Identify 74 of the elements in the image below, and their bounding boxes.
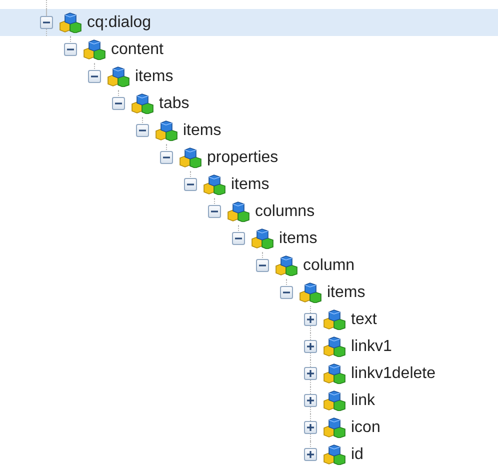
tree-row[interactable]: content	[0, 36, 498, 63]
tree-row[interactable]: properties	[0, 144, 498, 171]
blocks-icon	[323, 363, 346, 384]
expand-button[interactable]	[304, 367, 317, 380]
node-label: properties	[207, 148, 278, 166]
node-label: items	[183, 122, 222, 140]
expand-button[interactable]	[304, 421, 317, 434]
blocks-icon	[251, 228, 274, 249]
node-label: linkv1delete	[351, 364, 436, 382]
node-label: columns	[255, 202, 315, 220]
node-label: link	[351, 392, 376, 410]
collapse-button[interactable]	[88, 70, 101, 83]
collapse-button[interactable]	[40, 16, 53, 29]
blocks-icon	[179, 147, 202, 168]
tree-row[interactable]: link	[0, 387, 498, 414]
plus-icon	[306, 369, 315, 378]
tree-row[interactable]: icon	[0, 414, 498, 441]
blocks-icon	[323, 309, 346, 330]
blocks-icon	[323, 417, 346, 438]
tree-row[interactable]: tabs	[0, 90, 498, 117]
blocks-icon	[155, 120, 178, 141]
selected-tree-row[interactable]: cq:dialog	[0, 9, 498, 36]
blocks-icon	[203, 174, 226, 195]
node-label: id	[351, 446, 364, 464]
node-label: icon	[351, 418, 380, 436]
collapse-button[interactable]	[112, 97, 125, 110]
blocks-icon	[323, 390, 346, 411]
blocks-icon	[107, 66, 130, 87]
node-label: items	[327, 284, 366, 302]
tree-row[interactable]: text	[0, 306, 498, 333]
blocks-icon	[227, 201, 250, 222]
tree-row[interactable]: items	[0, 63, 498, 90]
blocks-icon	[323, 336, 346, 357]
node-label: content	[111, 40, 164, 58]
plus-icon	[306, 396, 315, 405]
collapse-button[interactable]	[232, 232, 245, 245]
tree-row[interactable]: id	[0, 441, 498, 467]
tree-row[interactable]: columns	[0, 198, 498, 225]
tree-row[interactable]: items	[0, 279, 498, 306]
tree-row[interactable]: column	[0, 252, 498, 279]
blocks-icon	[323, 444, 346, 465]
expand-button[interactable]	[304, 340, 317, 353]
plus-icon	[306, 342, 315, 351]
node-label: cq:dialog	[87, 14, 152, 32]
node-label: items	[135, 68, 174, 86]
expand-button[interactable]	[304, 448, 317, 461]
collapse-button[interactable]	[136, 124, 149, 137]
tree-row[interactable]: linkv1delete	[0, 360, 498, 387]
collapse-button[interactable]	[184, 178, 197, 191]
blocks-icon	[299, 282, 322, 303]
tree-row[interactable]: linkv1	[0, 333, 498, 360]
node-label: linkv1	[351, 338, 392, 356]
plus-icon	[306, 450, 315, 459]
node-label: items	[231, 176, 270, 194]
collapse-button[interactable]	[280, 286, 293, 299]
tree-row[interactable]: items	[0, 171, 498, 198]
expand-button[interactable]	[304, 394, 317, 407]
collapse-button[interactable]	[64, 43, 77, 56]
node-label: text	[351, 310, 377, 328]
collapse-button[interactable]	[208, 205, 221, 218]
node-label: column	[303, 256, 355, 274]
collapse-button[interactable]	[160, 151, 173, 164]
expand-button[interactable]	[304, 313, 317, 326]
tree-row[interactable]: items	[0, 117, 498, 144]
tree-row[interactable]: items	[0, 225, 498, 252]
plus-icon	[306, 315, 315, 324]
blocks-icon	[83, 39, 106, 60]
blocks-icon	[59, 12, 82, 33]
node-label: items	[279, 230, 318, 248]
node-label: tabs	[159, 94, 190, 112]
collapse-button[interactable]	[256, 259, 269, 272]
plus-icon	[306, 423, 315, 432]
blocks-icon	[275, 255, 298, 276]
blocks-icon	[131, 93, 154, 114]
